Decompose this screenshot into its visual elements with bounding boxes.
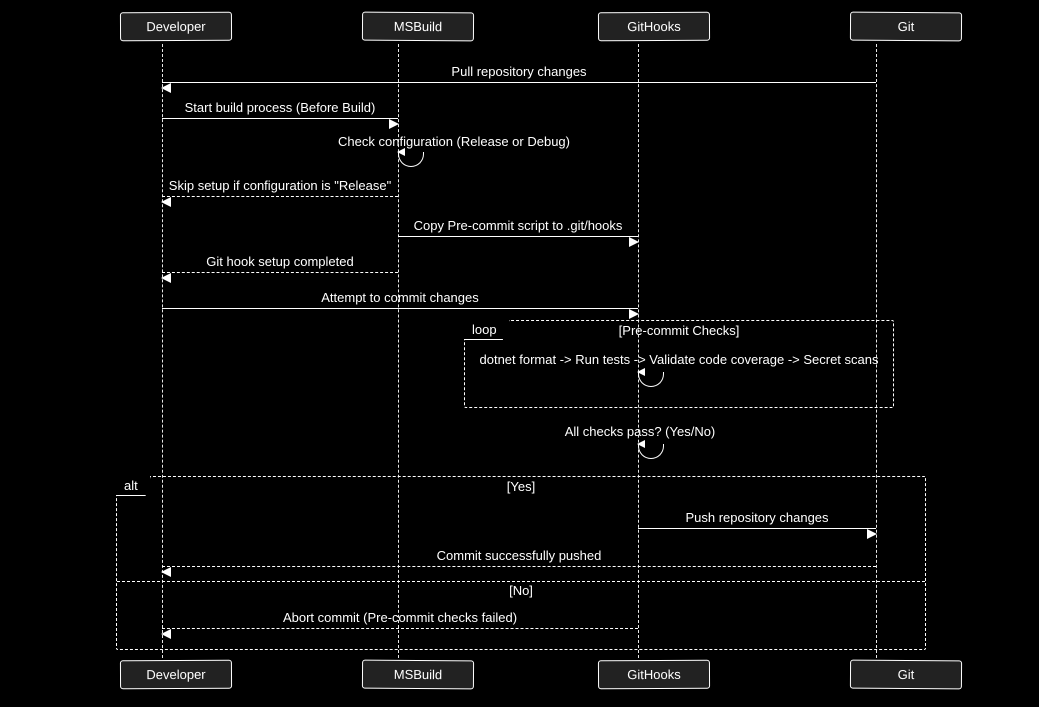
participant-developer-bottom: Developer — [120, 660, 232, 690]
frame-alt-yes-label: [Yes] — [507, 479, 535, 494]
participant-msbuild-top: MSBuild — [362, 12, 474, 42]
arrow-skip-setup — [162, 196, 398, 197]
participant-msbuild-bottom: MSBuild — [362, 660, 474, 690]
arrow-start-build — [162, 118, 398, 119]
arrow-hook-setup-complete — [162, 272, 398, 273]
selfloop-all-checks-pass — [638, 444, 664, 459]
arrow-commit-pushed — [162, 566, 876, 567]
frame-alt-no-label: [No] — [509, 583, 533, 598]
msg-skip-setup: Skip setup if configuration is "Release" — [162, 178, 398, 193]
msg-abort-commit: Abort commit (Pre-commit checks failed) — [162, 610, 638, 625]
frame-loop-title: [Pre-commit Checks] — [619, 323, 740, 338]
participant-githooks-bottom: GitHooks — [598, 660, 710, 690]
frame-alt-tag: alt — [116, 476, 151, 496]
msg-precommit-checks: dotnet format -> Run tests -> Validate c… — [472, 352, 886, 367]
msg-hook-setup-complete: Git hook setup completed — [162, 254, 398, 269]
msg-all-checks-pass: All checks pass? (Yes/No) — [530, 424, 750, 439]
msg-pull-repo: Pull repository changes — [162, 64, 876, 79]
selfloop-check-config — [398, 152, 424, 167]
msg-attempt-commit: Attempt to commit changes — [162, 290, 638, 305]
msg-push-repo: Push repository changes — [638, 510, 876, 525]
arrow-push-repo — [638, 528, 876, 529]
msg-copy-script: Copy Pre-commit script to .git/hooks — [398, 218, 638, 233]
msg-commit-pushed: Commit successfully pushed — [162, 548, 876, 563]
arrow-abort-commit — [162, 628, 638, 629]
arrow-attempt-commit — [162, 308, 638, 309]
arrow-copy-script — [398, 236, 638, 237]
participant-git-bottom: Git — [850, 660, 962, 690]
frame-loop-tag: loop — [464, 320, 510, 340]
msg-check-config: Check configuration (Release or Debug) — [300, 134, 570, 149]
participant-developer-top: Developer — [120, 12, 232, 42]
participant-git-top: Git — [850, 12, 962, 42]
participant-githooks-top: GitHooks — [598, 12, 710, 42]
arrow-pull-repo — [162, 82, 876, 83]
msg-start-build: Start build process (Before Build) — [162, 100, 398, 115]
frame-alt-divider — [117, 581, 925, 582]
